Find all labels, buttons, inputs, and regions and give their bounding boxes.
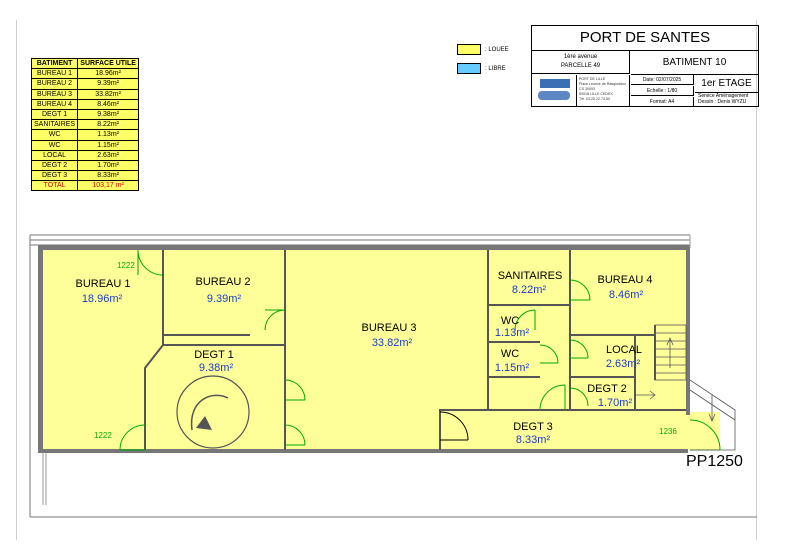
room-area: 9.39m²	[207, 293, 242, 305]
room-name: SANITAIRES	[498, 270, 563, 282]
room-area: 8.33m²	[516, 434, 551, 446]
room-area: 1.70m²	[598, 397, 633, 409]
room-area: 1.15m²	[495, 362, 530, 374]
room-name: DEGT 2	[587, 383, 627, 395]
room-area: 8.46m²	[609, 289, 644, 301]
door-code: 1236	[659, 427, 677, 436]
room-name: BUREAU 1	[75, 278, 130, 290]
room-name: WC	[501, 315, 519, 327]
room-area: 2.63m²	[606, 358, 641, 370]
room-name: WC	[501, 348, 519, 360]
wall-top	[42, 245, 690, 250]
door-code: 1222	[117, 261, 135, 270]
room-name: DEGT 3	[513, 421, 553, 433]
room-name: BUREAU 3	[361, 322, 416, 334]
room-name: BUREAU 4	[597, 274, 652, 286]
plan-reference: PP1250	[686, 453, 743, 470]
room-name: BUREAU 2	[195, 276, 250, 288]
room-area: 18.96m²	[82, 293, 123, 305]
floor-plan: BUREAU 1 18.96m² BUREAU 2 9.39m² BUREAU …	[29, 234, 757, 518]
spiral-staircase	[176, 375, 250, 449]
door-code: 1222	[94, 431, 112, 440]
room-area: 9.38m²	[199, 362, 234, 374]
room-name: DEGT 1	[194, 349, 234, 361]
room-area: 1.13m²	[495, 327, 530, 339]
wall-right	[686, 245, 690, 415]
room-area: 8.22m²	[512, 284, 547, 296]
room-area: 33.82m²	[372, 337, 413, 349]
room-name: LOCAL	[606, 344, 642, 356]
wall-left	[38, 245, 43, 453]
